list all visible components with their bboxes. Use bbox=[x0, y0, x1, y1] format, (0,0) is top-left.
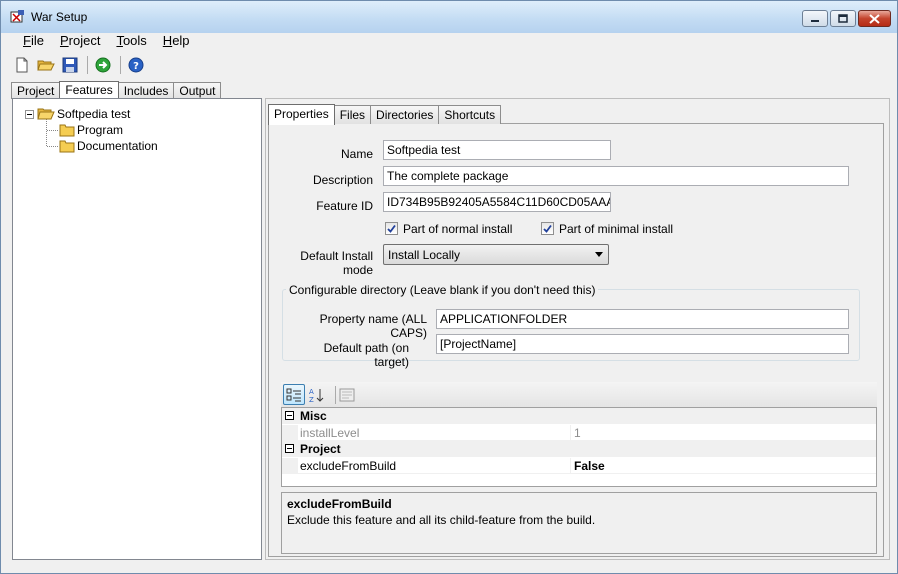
collapse-icon[interactable] bbox=[285, 411, 294, 420]
maximize-button[interactable] bbox=[830, 10, 856, 27]
tab-includes[interactable]: Includes bbox=[117, 82, 175, 99]
folder-icon bbox=[59, 124, 75, 136]
property-grid-toolbar: AZ bbox=[281, 382, 877, 408]
feature-tree[interactable]: Softpedia test Program Documentation bbox=[12, 98, 262, 560]
menu-tools[interactable]: Tools bbox=[108, 31, 154, 51]
description-field[interactable]: The complete package bbox=[383, 166, 849, 186]
tree-item-label: Program bbox=[77, 123, 124, 137]
minimal-install-checkbox[interactable] bbox=[541, 222, 554, 235]
category-row-misc[interactable]: Misc bbox=[282, 408, 876, 424]
alphabetical-button[interactable]: AZ bbox=[306, 384, 328, 405]
category-name: Misc bbox=[300, 409, 327, 423]
new-file-icon bbox=[16, 57, 28, 73]
menu-bar: File Project Tools Help bbox=[1, 31, 897, 51]
svg-text:?: ? bbox=[133, 61, 139, 72]
help-title: excludeFromBuild bbox=[287, 497, 392, 511]
default-path-field[interactable]: [ProjectName] bbox=[436, 334, 849, 354]
property-help-panel: excludeFromBuild Exclude this feature an… bbox=[281, 492, 877, 554]
property-name: excludeFromBuild bbox=[300, 459, 397, 473]
group-title: Configurable directory (Leave blank if y… bbox=[286, 283, 599, 297]
svg-text:Z: Z bbox=[309, 396, 314, 403]
menu-help[interactable]: Help bbox=[155, 31, 198, 51]
description-label: Description bbox=[312, 173, 373, 187]
category-row-project[interactable]: Project bbox=[282, 441, 876, 457]
tree-item-root[interactable]: Softpedia test bbox=[25, 106, 132, 122]
property-name-field[interactable]: APPLICATIONFOLDER bbox=[436, 309, 849, 329]
categorized-icon bbox=[286, 388, 301, 401]
sort-alphabetical-icon: AZ bbox=[309, 388, 324, 403]
toolbar-separator bbox=[120, 56, 121, 74]
tab-shortcuts[interactable]: Shortcuts bbox=[438, 105, 502, 124]
property-name-label: Property name (ALL CAPS) bbox=[319, 312, 427, 340]
property-row[interactable]: excludeFromBuild False bbox=[282, 458, 876, 474]
feature-id-label: Feature ID bbox=[316, 199, 373, 213]
name-label: Name bbox=[340, 147, 373, 161]
property-row[interactable]: installLevel 1 bbox=[282, 425, 876, 441]
toolbar: ? bbox=[1, 53, 897, 77]
tab-output[interactable]: Output bbox=[173, 82, 222, 99]
feature-id-field[interactable]: ID734B95B92405A5584C11D60CD05AAAC6 bbox=[383, 192, 611, 212]
tree-line bbox=[47, 146, 58, 147]
checkmark-icon bbox=[387, 224, 396, 233]
tab-directories[interactable]: Directories bbox=[370, 105, 440, 124]
folder-icon bbox=[59, 140, 75, 152]
tree-item-documentation[interactable]: Documentation bbox=[59, 138, 160, 154]
tree-item-program[interactable]: Program bbox=[59, 122, 125, 138]
window-title: War Setup bbox=[31, 10, 88, 24]
collapse-icon[interactable] bbox=[285, 444, 294, 453]
property-tab-strip: Properties Files Directories Shortcuts bbox=[268, 104, 502, 125]
app-window: War Setup File Project Tools Help ? Proj… bbox=[0, 0, 898, 574]
install-mode-value: Install Locally bbox=[388, 248, 461, 262]
property-pages-button[interactable] bbox=[336, 384, 358, 405]
install-mode-label: Default Install mode bbox=[300, 249, 373, 277]
help-icon: ? bbox=[128, 57, 144, 73]
minimize-icon bbox=[811, 19, 819, 22]
property-grid[interactable]: Misc installLevel 1 Project excludeFromB… bbox=[281, 407, 877, 487]
close-button[interactable] bbox=[858, 10, 891, 27]
maximize-icon bbox=[838, 14, 848, 23]
collapse-icon[interactable] bbox=[25, 109, 34, 119]
build-go-icon bbox=[95, 57, 111, 73]
install-mode-dropdown[interactable]: Install Locally bbox=[383, 244, 609, 265]
category-name: Project bbox=[300, 442, 341, 456]
open-button[interactable] bbox=[35, 54, 57, 76]
tree-item-label: Softpedia test bbox=[57, 107, 131, 121]
open-folder-icon bbox=[37, 60, 55, 71]
default-path-label: Default path (on target) bbox=[323, 341, 409, 369]
open-folder-icon bbox=[37, 108, 55, 120]
checkmark-icon bbox=[543, 224, 552, 233]
property-name: installLevel bbox=[300, 426, 360, 440]
minimal-install-label: Part of minimal install bbox=[559, 222, 674, 236]
chevron-down-icon bbox=[595, 252, 603, 257]
title-bar[interactable]: War Setup bbox=[1, 1, 897, 33]
tab-files[interactable]: Files bbox=[333, 105, 372, 124]
toolbar-separator bbox=[87, 56, 88, 74]
build-button[interactable] bbox=[92, 54, 114, 76]
name-field[interactable]: Softpedia test bbox=[383, 140, 611, 160]
tab-properties[interactable]: Properties bbox=[268, 104, 335, 125]
property-pages-icon bbox=[339, 388, 355, 401]
menu-file[interactable]: File bbox=[15, 31, 52, 51]
save-button[interactable] bbox=[59, 54, 81, 76]
save-icon bbox=[62, 57, 78, 73]
categorized-button[interactable] bbox=[283, 384, 305, 405]
app-icon bbox=[9, 9, 25, 25]
normal-install-label: Part of normal install bbox=[403, 222, 513, 236]
property-value: 1 bbox=[574, 426, 581, 440]
main-tab-strip: Project Features Includes Output bbox=[11, 81, 222, 100]
tree-item-label: Documentation bbox=[77, 139, 158, 153]
help-description: Exclude this feature and all its child-f… bbox=[287, 513, 596, 527]
menu-project[interactable]: Project bbox=[52, 31, 108, 51]
property-value[interactable]: False bbox=[574, 459, 605, 473]
svg-text:A: A bbox=[309, 388, 314, 396]
new-button[interactable] bbox=[11, 54, 33, 76]
help-button[interactable]: ? bbox=[125, 54, 147, 76]
tree-line bbox=[47, 130, 58, 131]
tab-project[interactable]: Project bbox=[11, 82, 61, 99]
minimize-button[interactable] bbox=[802, 10, 828, 27]
close-icon bbox=[869, 13, 880, 24]
normal-install-checkbox[interactable] bbox=[385, 222, 398, 235]
